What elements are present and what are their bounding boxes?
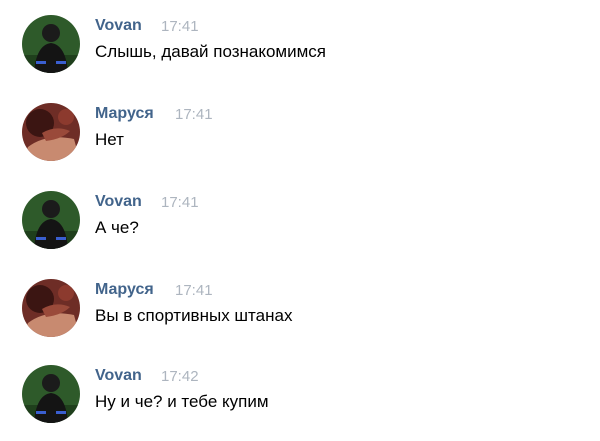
- vovan-avatar-image: [22, 365, 80, 423]
- sender-name[interactable]: Маруся: [95, 281, 154, 299]
- marusya-avatar-image: [22, 279, 80, 337]
- vovan-avatar-image: [22, 15, 80, 73]
- message-item: Vovan 17:42 Ну и че? и тебе купим: [22, 365, 582, 425]
- message-timestamp: 17:41: [161, 18, 199, 35]
- vovan-avatar-image: [22, 191, 80, 249]
- sender-name[interactable]: Vovan: [95, 367, 142, 385]
- marusya-avatar[interactable]: [22, 103, 80, 161]
- marusya-avatar[interactable]: [22, 279, 80, 337]
- sender-name[interactable]: Маруся: [95, 105, 154, 123]
- marusya-avatar-image: [22, 103, 80, 161]
- message-item: Маруся 17:41 Нет: [22, 103, 582, 163]
- message-timestamp: 17:42: [161, 368, 199, 385]
- message-timestamp: 17:41: [175, 106, 213, 123]
- message-timestamp: 17:41: [161, 194, 199, 211]
- message-text: Нет: [95, 130, 124, 149]
- vovan-avatar[interactable]: [22, 191, 80, 249]
- sender-name[interactable]: Vovan: [95, 17, 142, 35]
- vovan-avatar[interactable]: [22, 365, 80, 423]
- message-item: Vovan 17:41 Слышь, давай познакомимся: [22, 15, 582, 75]
- message-text: Ну и че? и тебе купим: [95, 392, 269, 411]
- message-text: Вы в спортивных штанах: [95, 306, 293, 325]
- message-text: А че?: [95, 218, 139, 237]
- message-item: Маруся 17:41 Вы в спортивных штанах: [22, 279, 582, 339]
- message-timestamp: 17:41: [175, 282, 213, 299]
- message-item: Vovan 17:41 А че?: [22, 191, 582, 251]
- message-text: Слышь, давай познакомимся: [95, 42, 327, 61]
- vovan-avatar[interactable]: [22, 15, 80, 73]
- sender-name[interactable]: Vovan: [95, 193, 142, 211]
